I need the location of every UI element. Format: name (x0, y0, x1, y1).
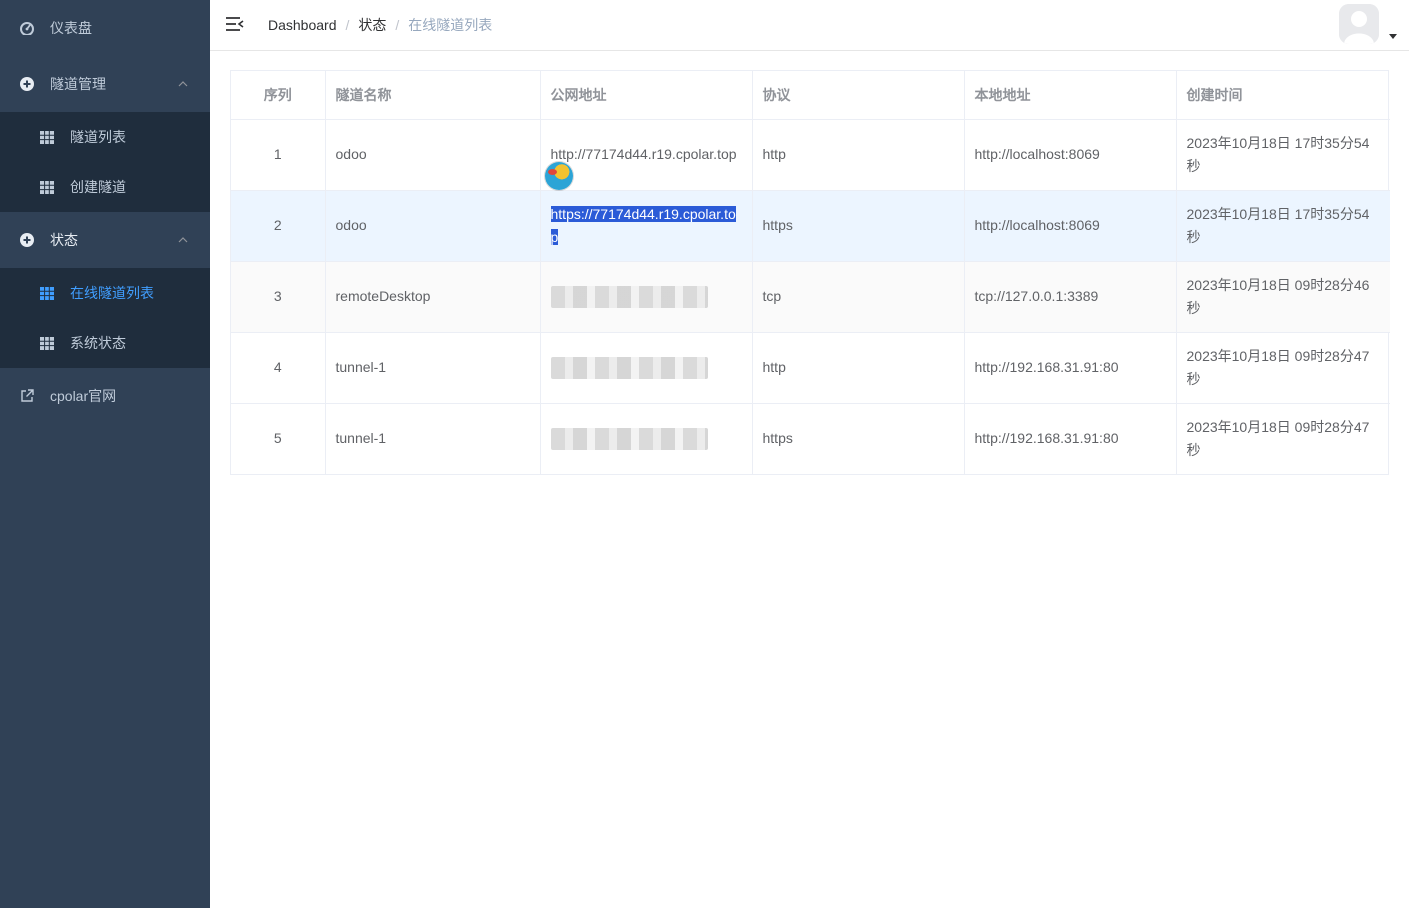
table-row: 4 tunnel-1 http http://192.168.31.91:80 … (231, 332, 1390, 404)
cell-created-time: 2023年10月18日 17时35分54秒 (1176, 119, 1390, 191)
cell-index: 5 (231, 403, 326, 474)
menu-dashboard[interactable]: 仪表盘 (0, 0, 210, 56)
cell-created-time: 2023年10月18日 17时35分54秒 (1176, 190, 1390, 262)
blurred-address (550, 356, 708, 379)
cell-tunnel-name: tunnel-1 (325, 403, 541, 474)
table-header-row: 序列 隧道名称 公网地址 协议 本地地址 创建时间 (231, 71, 1390, 120)
avatar[interactable] (1339, 4, 1379, 44)
caret-down-icon[interactable] (1389, 34, 1397, 39)
cell-index: 3 (231, 261, 326, 333)
cell-local-address: http://192.168.31.91:80 (964, 332, 1177, 404)
menu-cpolar-website-label: cpolar官网 (50, 388, 117, 404)
navbar: Dashboard / 状态 / 在线隧道列表 (210, 0, 1409, 51)
menu-tunnel-management[interactable]: 隧道管理 (0, 56, 210, 112)
cell-public-address[interactable] (540, 403, 753, 474)
column-header-name: 隧道名称 (325, 71, 541, 120)
breadcrumb-separator: / (395, 17, 400, 33)
cell-public-address[interactable] (540, 332, 753, 404)
column-header-public-address: 公网地址 (540, 71, 753, 120)
cell-tunnel-name: tunnel-1 (325, 332, 541, 404)
cell-created-time: 2023年10月18日 09时28分47秒 (1186, 418, 1370, 458)
tunnel-table: 序列 隧道名称 公网地址 协议 本地地址 创建时间 1 odoo http://… (230, 70, 1390, 475)
breadcrumb-dashboard[interactable]: Dashboard (268, 17, 337, 33)
column-header-local-address: 本地地址 (964, 71, 1177, 120)
breadcrumb: Dashboard / 状态 / 在线隧道列表 (268, 0, 492, 50)
table-icon (40, 336, 54, 350)
sidebar: 仪表盘 隧道管理 隧道列表 创建隧道 状态 在线隧道列表 系统状态 cpolar… (0, 0, 210, 908)
sidebar-item-label: 隧道列表 (70, 129, 126, 145)
menu-cpolar-website[interactable]: cpolar官网 (0, 368, 210, 424)
cell-created-time: 2023年10月18日 09时28分47秒 (1176, 332, 1390, 404)
cell-created-time: 2023年10月18日 09时28分46秒 (1176, 261, 1390, 333)
cell-public-address[interactable]: https://77174d44.r19.cpolar.top (540, 190, 753, 262)
sidebar-item-label: 系统状态 (70, 335, 126, 351)
selected-text: https://77174d44.r19.cpolar.top (550, 205, 736, 245)
cursor-icon (545, 162, 573, 190)
table-icon (40, 180, 54, 194)
cell-local-address: tcp://127.0.0.1:3389 (964, 261, 1177, 333)
cell-public-address[interactable] (540, 261, 753, 333)
submenu-tunnel-management: 隧道列表 创建隧道 (0, 112, 210, 212)
cell-index: 4 (231, 332, 326, 404)
cell-index: 2 (231, 190, 326, 262)
cell-local-address: http://localhost:8069 (964, 190, 1177, 262)
sidebar-item-tunnel-list[interactable]: 隧道列表 (0, 112, 210, 162)
breadcrumb-current: 在线隧道列表 (408, 17, 493, 33)
sidebar-item-create-tunnel[interactable]: 创建隧道 (0, 162, 210, 212)
submenu-status: 在线隧道列表 系统状态 (0, 268, 210, 368)
hamburger-icon[interactable] (226, 16, 244, 32)
menu-tunnel-management-label: 隧道管理 (50, 76, 106, 92)
table-row: 1 odoo http://77174d44.r19.cpolar.top ht… (231, 119, 1390, 191)
table-row: 3 remoteDesktop tcp tcp://127.0.0.1:3389… (231, 261, 1390, 333)
cell-index: 1 (231, 119, 326, 191)
sidebar-item-label: 在线隧道列表 (70, 285, 154, 301)
breadcrumb-status[interactable]: 状态 (358, 15, 386, 35)
plus-circle-icon (20, 233, 34, 247)
cell-tunnel-name: odoo (325, 190, 541, 262)
sidebar-item-online-tunnels[interactable]: 在线隧道列表 (0, 268, 210, 318)
column-header-created-time: 创建时间 (1176, 71, 1390, 120)
chevron-up-icon (178, 237, 188, 243)
blurred-address (550, 285, 708, 308)
table-row: 5 tunnel-1 https http://192.168.31.91:80… (231, 403, 1390, 474)
chevron-up-icon (178, 81, 188, 87)
menu-status[interactable]: 状态 (0, 212, 210, 268)
cell-local-address: http://192.168.31.91:80 (964, 403, 1177, 474)
sidebar-item-system-status[interactable]: 系统状态 (0, 318, 210, 368)
blurred-address (550, 427, 708, 450)
cell-protocol: tcp (752, 261, 965, 333)
cell-protocol: http (752, 119, 965, 191)
sidebar-item-label: 创建隧道 (70, 179, 126, 195)
cell-protocol: https (752, 403, 965, 474)
cell-tunnel-name: odoo (325, 119, 541, 191)
external-link-icon (20, 389, 34, 403)
column-header-index: 序列 (231, 71, 326, 120)
breadcrumb-separator: / (345, 17, 350, 33)
table-icon (40, 130, 54, 144)
table-row: 2 odoo https://77174d44.r19.cpolar.top h… (231, 190, 1390, 262)
column-header-protocol: 协议 (752, 71, 965, 120)
cell-protocol: http (752, 332, 965, 404)
menu-dashboard-label: 仪表盘 (50, 20, 92, 36)
user-avatar-icon (1339, 4, 1379, 44)
plus-circle-icon (20, 77, 34, 91)
cell-local-address: http://localhost:8069 (964, 119, 1177, 191)
table-icon (40, 286, 54, 300)
menu-status-label: 状态 (50, 232, 78, 248)
cell-protocol: https (752, 190, 965, 262)
cell-tunnel-name: remoteDesktop (325, 261, 541, 333)
dashboard-icon (20, 21, 34, 35)
